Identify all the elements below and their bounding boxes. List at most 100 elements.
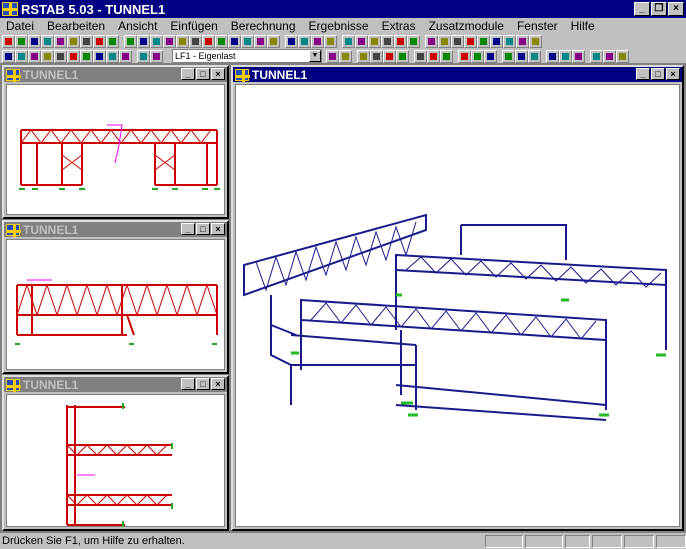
menu-ansicht[interactable]: Ansicht [112,19,164,33]
model-canvas-side[interactable] [6,239,225,370]
toolbar-button[interactable] [67,34,80,48]
toolbar-button[interactable] [137,49,150,63]
close-button[interactable]: × [211,68,225,80]
maximize-button[interactable]: □ [196,223,210,235]
toolbar-button[interactable] [414,49,427,63]
toolbar-button[interactable] [357,49,370,63]
toolbar-button[interactable] [324,34,337,48]
toolbar-button[interactable] [137,34,150,48]
toolbar-button[interactable] [254,34,267,48]
toolbar-button[interactable] [339,49,352,63]
toolbar-button[interactable] [215,34,228,48]
menu-hilfe[interactable]: Hilfe [565,19,602,33]
toolbar-button[interactable] [189,34,202,48]
toolbar-button[interactable] [28,34,41,48]
toolbar-button[interactable] [503,34,516,48]
menu-berechnung[interactable]: Berechnung [225,19,303,33]
toolbar-button[interactable] [355,34,368,48]
minimize-button[interactable]: _ [181,68,195,80]
toolbar-button[interactable] [396,49,409,63]
toolbar-button[interactable] [267,34,280,48]
toolbar-button[interactable] [342,34,355,48]
toolbar-button[interactable] [80,49,93,63]
toolbar-button[interactable] [425,34,438,48]
toolbar-button[interactable] [93,34,106,48]
view-window-front[interactable]: TUNNEL1 _ □ × [2,65,229,219]
toolbar-button[interactable] [311,34,324,48]
restore-button[interactable]: ❐ [651,2,667,16]
toolbar-button[interactable] [559,49,572,63]
toolbar-button[interactable] [124,34,137,48]
menu-fenster[interactable]: Fenster [511,19,565,33]
toolbar-button[interactable] [241,34,254,48]
menu-extras[interactable]: Extras [376,19,423,33]
toolbar-button[interactable] [2,34,15,48]
toolbar-button[interactable] [484,49,497,63]
toolbar-button[interactable] [285,34,298,48]
toolbar-button[interactable] [515,49,528,63]
toolbar-button[interactable] [2,49,15,63]
minimize-button[interactable]: _ [634,2,650,16]
toolbar-button[interactable] [150,34,163,48]
close-button[interactable]: × [666,68,680,80]
toolbar-button[interactable] [440,49,453,63]
toolbar-button[interactable] [590,49,603,63]
model-canvas-front[interactable] [6,84,225,215]
chevron-down-icon[interactable]: ▼ [309,50,321,62]
menu-ergebnisse[interactable]: Ergebnisse [303,19,376,33]
minimize-button[interactable]: _ [636,68,650,80]
toolbar-button[interactable] [326,49,339,63]
toolbar-button[interactable] [28,49,41,63]
toolbar-button[interactable] [451,34,464,48]
toolbar-button[interactable] [471,49,484,63]
maximize-button[interactable]: □ [196,68,210,80]
toolbar-button[interactable] [150,49,163,63]
maximize-button[interactable]: □ [196,378,210,390]
toolbar-button[interactable] [41,49,54,63]
toolbar-button[interactable] [228,34,241,48]
toolbar-button[interactable] [381,34,394,48]
toolbar-button[interactable] [464,34,477,48]
view-window-3d[interactable]: TUNNEL1 _ □ × [231,65,684,531]
toolbar-button[interactable] [427,49,440,63]
toolbar-button[interactable] [93,49,106,63]
maximize-button[interactable]: □ [651,68,665,80]
toolbar-button[interactable] [106,34,119,48]
close-button[interactable]: × [211,378,225,390]
close-button[interactable]: × [211,223,225,235]
view-window-side[interactable]: TUNNEL1 _ □ × [2,220,229,374]
toolbar-button[interactable] [516,34,529,48]
toolbar-button[interactable] [477,34,490,48]
menu-einfgen[interactable]: Einfügen [164,19,224,33]
minimize-button[interactable]: _ [181,378,195,390]
toolbar-button[interactable] [407,34,420,48]
view-window-top[interactable]: TUNNEL1 _ □ × [2,375,229,531]
toolbar-button[interactable] [41,34,54,48]
minimize-button[interactable]: _ [181,223,195,235]
toolbar-button[interactable] [603,49,616,63]
toolbar-button[interactable] [616,49,629,63]
toolbar-button[interactable] [438,34,451,48]
toolbar-button[interactable] [368,34,381,48]
toolbar-button[interactable] [546,49,559,63]
toolbar-button[interactable] [298,34,311,48]
toolbar-button[interactable] [528,49,541,63]
toolbar-button[interactable] [106,49,119,63]
menu-bearbeiten[interactable]: Bearbeiten [41,19,112,33]
toolbar-button[interactable] [119,49,132,63]
toolbar-button[interactable] [176,34,189,48]
toolbar-button[interactable] [202,34,215,48]
toolbar-button[interactable] [15,34,28,48]
toolbar-button[interactable] [490,34,503,48]
toolbar-button[interactable] [458,49,471,63]
toolbar-button[interactable] [394,34,407,48]
toolbar-button[interactable] [502,49,515,63]
toolbar-button[interactable] [370,49,383,63]
toolbar-button[interactable] [15,49,28,63]
toolbar-button[interactable] [80,34,93,48]
toolbar-button[interactable] [54,34,67,48]
model-canvas-top[interactable] [6,394,225,527]
toolbar-button[interactable] [163,34,176,48]
menu-datei[interactable]: Datei [0,19,41,33]
toolbar-button[interactable] [383,49,396,63]
